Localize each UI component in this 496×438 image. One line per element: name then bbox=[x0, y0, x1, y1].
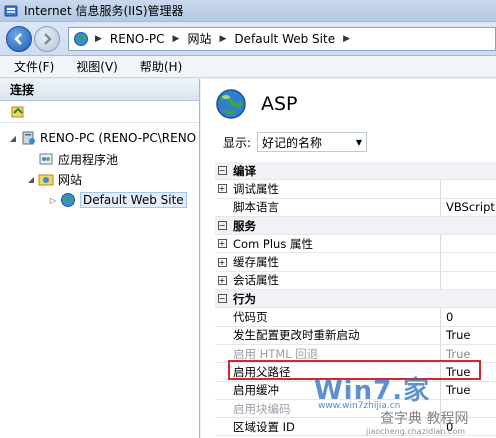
grid-property-value bbox=[440, 290, 496, 307]
grid-property-row[interactable]: 代码页 0 bbox=[215, 308, 496, 327]
grid-property-name: 会话属性 bbox=[233, 273, 279, 288]
connections-toolbar bbox=[0, 101, 199, 123]
grid-property-value bbox=[440, 217, 496, 234]
display-dropdown[interactable]: 好记的名称 ▼ bbox=[257, 132, 368, 152]
grid-property-value bbox=[440, 162, 496, 179]
menu-help[interactable]: 帮助(H) bbox=[140, 58, 182, 75]
grid-property-row[interactable]: 发生配置更改时重新启动 True bbox=[215, 326, 496, 345]
tree-node-default-site[interactable]: ▷ Default Web Site bbox=[48, 191, 187, 209]
menu-view[interactable]: 视图(V) bbox=[76, 58, 118, 75]
grid-category-row[interactable]: − 编译 bbox=[215, 162, 496, 181]
display-row: 显示: 好记的名称 ▼ bbox=[201, 129, 496, 155]
grid-property-row[interactable]: 区域设置 ID 0 bbox=[215, 418, 496, 437]
window-title: Internet 信息服务(IIS)管理器 bbox=[24, 4, 184, 18]
grid-property-name: 启用块编码 bbox=[233, 401, 291, 416]
tree-node-server[interactable]: ◢ RENO-PC (RENO-PC\RENO bbox=[8, 129, 196, 147]
sites-folder-icon bbox=[38, 174, 54, 186]
property-grid: − 编译 + 调试属性 脚本语言 VBScript − 服务 + Com Plus 属性 + 缓存属性… bbox=[215, 162, 496, 437]
arrow-left-icon bbox=[14, 32, 22, 45]
grid-property-value[interactable]: True bbox=[440, 326, 496, 344]
grid-property-name: 调试属性 bbox=[233, 181, 279, 196]
expand-box-icon[interactable]: + bbox=[215, 275, 229, 286]
breadcrumb-host[interactable]: RENO-PC bbox=[110, 32, 165, 46]
back-button[interactable] bbox=[6, 25, 32, 52]
grid-property-row[interactable]: + 会话属性 bbox=[215, 271, 496, 291]
grid-property-value bbox=[440, 271, 496, 290]
collapse-box-icon[interactable]: − bbox=[215, 165, 229, 176]
collapse-box-icon[interactable]: − bbox=[215, 293, 229, 304]
grid-property-name: Com Plus 属性 bbox=[233, 236, 313, 251]
collapse-box-icon[interactable]: − bbox=[215, 220, 229, 231]
collapse-triangle-icon[interactable]: ▷ bbox=[48, 196, 58, 205]
menu-file[interactable]: 文件(F) bbox=[14, 58, 54, 75]
connect-icon[interactable] bbox=[10, 104, 26, 120]
app-pool-icon bbox=[39, 153, 53, 165]
grid-property-name: 服务 bbox=[233, 218, 256, 233]
iis-app-icon bbox=[4, 5, 18, 16]
grid-property-row[interactable]: 启用块编码 bbox=[215, 399, 496, 419]
grid-property-value[interactable]: VBScript bbox=[440, 198, 496, 216]
expand-triangle-icon[interactable]: ◢ bbox=[8, 134, 18, 143]
grid-property-name: 启用缓冲 bbox=[233, 383, 279, 398]
chevron-right-icon[interactable]: ▶ bbox=[219, 34, 226, 44]
grid-category-row[interactable]: − 行为 bbox=[215, 290, 496, 309]
grid-property-row[interactable]: 脚本语言 VBScript bbox=[215, 198, 496, 217]
tree-node-sites[interactable]: ◢ 网站 bbox=[26, 170, 82, 188]
computer-globe-icon bbox=[74, 31, 88, 46]
grid-property-value[interactable]: True bbox=[440, 381, 496, 399]
highlight-box bbox=[228, 360, 481, 380]
expand-box-icon[interactable]: + bbox=[215, 257, 229, 268]
grid-property-name: 脚本语言 bbox=[233, 200, 279, 215]
grid-property-name: 代码页 bbox=[233, 310, 268, 325]
dropdown-arrow-icon: ▼ bbox=[355, 137, 363, 147]
tree-node-app-pools[interactable]: 应用程序池 bbox=[26, 150, 118, 168]
title-bar: Internet 信息服务(IIS)管理器 bbox=[0, 0, 496, 22]
chevron-right-icon[interactable]: ▶ bbox=[343, 34, 350, 44]
grid-property-name: 区域设置 ID bbox=[233, 419, 295, 434]
connections-header: 连接 bbox=[0, 79, 199, 101]
grid-property-value[interactable]: 0 bbox=[440, 418, 496, 436]
grid-property-value bbox=[440, 180, 496, 198]
display-label: 显示: bbox=[223, 135, 252, 150]
server-icon bbox=[22, 131, 35, 145]
grid-property-row[interactable]: + Com Plus 属性 bbox=[215, 235, 496, 254]
expand-box-icon[interactable]: + bbox=[215, 238, 229, 249]
grid-property-name: 行为 bbox=[233, 291, 256, 306]
grid-property-value[interactable] bbox=[440, 399, 496, 418]
tree-label-default-site: Default Web Site bbox=[80, 192, 187, 208]
chevron-right-icon: ▶ bbox=[95, 33, 102, 44]
feature-header: ASP bbox=[201, 79, 496, 129]
menu-bar: 文件(F) 视图(V) 帮助(H) bbox=[0, 56, 496, 78]
connections-tree: ◢ RENO-PC (RENO-PC\RENO 应用程序池 ◢ 网站 ▷ Def… bbox=[0, 123, 199, 208]
chevron-right-icon[interactable]: ▶ bbox=[173, 34, 180, 44]
tree-label-sites: 网站 bbox=[58, 172, 83, 187]
breadcrumb-default-site[interactable]: Default Web Site bbox=[234, 32, 335, 46]
grid-property-row[interactable]: + 调试属性 bbox=[215, 180, 496, 199]
asp-globe-icon bbox=[216, 89, 246, 119]
grid-property-name: 缓存属性 bbox=[233, 255, 279, 270]
grid-property-row[interactable]: + 缓存属性 bbox=[215, 253, 496, 272]
forward-button[interactable] bbox=[34, 25, 60, 52]
feature-pane: ASP 显示: 好记的名称 ▼ − 编译 + 调试属性 脚本语言 VBScript − 服务 +… bbox=[201, 79, 496, 438]
tree-label-app-pools: 应用程序池 bbox=[58, 152, 119, 167]
expand-box-icon[interactable]: + bbox=[215, 183, 229, 194]
grid-property-value bbox=[440, 253, 496, 271]
grid-property-row[interactable]: 启用缓冲 True bbox=[215, 381, 496, 400]
grid-category-row[interactable]: − 服务 bbox=[215, 216, 496, 236]
connections-pane: 连接 ◢ RENO-PC (RENO-PC\RENO 应用程序池 ◢ 网站 ▷ … bbox=[0, 79, 200, 438]
grid-property-value bbox=[440, 235, 496, 253]
grid-property-name: 编译 bbox=[233, 163, 256, 178]
address-bar[interactable]: ▶ RENO-PC ▶ 网站 ▶ Default Web Site ▶ bbox=[68, 26, 496, 51]
expand-triangle-icon[interactable]: ◢ bbox=[26, 175, 36, 184]
grid-property-value[interactable]: 0 bbox=[440, 308, 496, 326]
tree-label-server: RENO-PC (RENO-PC\RENO bbox=[40, 131, 197, 145]
globe-icon bbox=[61, 193, 75, 207]
grid-property-name: 发生配置更改时重新启动 bbox=[233, 328, 360, 343]
navigation-bar: ▶ RENO-PC ▶ 网站 ▶ Default Web Site ▶ bbox=[0, 22, 496, 56]
arrow-right-icon bbox=[44, 32, 52, 45]
display-dropdown-value: 好记的名称 bbox=[262, 135, 323, 150]
feature-title: ASP bbox=[261, 93, 298, 115]
breadcrumb-sites[interactable]: 网站 bbox=[187, 30, 211, 47]
